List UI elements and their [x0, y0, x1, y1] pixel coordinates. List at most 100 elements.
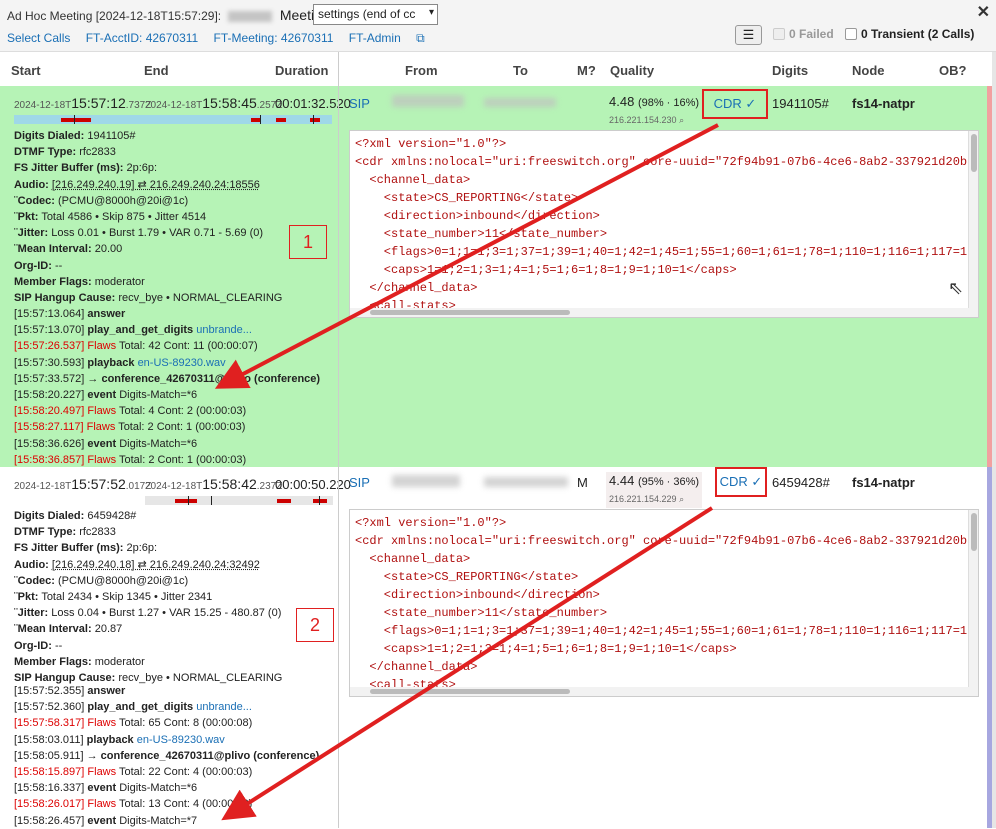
event-name: answer: [87, 685, 126, 697]
detail-line: FS Jitter Buffer (ms): 2p:6p:: [14, 160, 282, 176]
detail-key: DTMF Type:: [14, 526, 77, 539]
xml-line: <state>CS_REPORTING</state>: [355, 191, 579, 205]
xml-line: <flags>0=1;1=1;3=1;37=1;39=1;40=1;42=1;4…: [355, 245, 979, 259]
detail-line: DTMF Type: rfc2833: [14, 144, 282, 160]
col-end[interactable]: End: [144, 63, 169, 78]
event-line: [15:57:30.593] playback en-US-89230.wav: [14, 355, 320, 371]
call2-quality: 4.44 (95% · 36%) 216.221.154.229 ⌕: [606, 472, 703, 508]
call2-details: Digits Dialed: 6459428# DTMF Type: rfc283…: [14, 508, 282, 686]
xml-hscroll[interactable]: [350, 308, 978, 317]
call1-cdr-xml[interactable]: <?xml version="1.0"?> <cdr xmlns:nolocal=…: [349, 130, 979, 318]
event-link[interactable]: en-US-89230.wav: [137, 734, 225, 746]
detail-value: Loss 0.01 • Burst 1.79 • VAR 0.71 - 5.69…: [51, 227, 264, 240]
event-time: [15:57:30.593]: [14, 356, 85, 369]
page-scrollbar[interactable]: [992, 52, 996, 828]
column-divider: [338, 52, 339, 828]
detail-key: Member Flags:: [14, 655, 92, 668]
col-from[interactable]: From: [405, 63, 438, 78]
view-select[interactable]: settings (end of cc ▾: [313, 4, 438, 25]
xml-vscroll[interactable]: [968, 131, 978, 317]
close-icon[interactable]: ✕: [977, 2, 990, 22]
header-links: Select Calls FT-AcctID: 42670311 FT-Meet…: [7, 31, 449, 46]
xml-line: <channel_data>: [355, 173, 471, 187]
event-time: [15:58:36.626]: [14, 437, 85, 450]
event-link[interactable]: unbrande...: [196, 701, 252, 713]
event-line: [15:58:16.337] event Digits-Match=*6: [14, 780, 319, 796]
call1-duration: 00:01:32.520: [275, 96, 351, 111]
event-link[interactable]: en-US-89230.wav: [138, 357, 226, 369]
event-line: [15:58:26.457] event Digits-Match=*7: [14, 813, 319, 829]
acct-id-link[interactable]: FT-AcctID: 42670311: [86, 31, 199, 45]
detail-key: Member Flags:: [14, 275, 92, 288]
xml-line: <flags>0=1;1=1;3=1;37=1;39=1;40=1;42=1;4…: [355, 624, 979, 638]
detail-line: Member Flags: moderator: [14, 654, 282, 670]
event-link[interactable]: unbrande...: [196, 324, 252, 336]
call1-proto[interactable]: SIP: [349, 96, 370, 111]
event-name: event: [87, 782, 117, 795]
xml-line: <cdr xmlns:nolocal="uri:freeswitch.org" …: [355, 534, 979, 548]
event-name: playback: [86, 733, 134, 746]
detail-key: ¨Mean Interval:: [14, 623, 92, 636]
event-name: → conference_42670311@plivo (conference): [86, 749, 320, 762]
xml-vscroll[interactable]: [968, 510, 978, 696]
col-start[interactable]: Start: [11, 63, 41, 78]
detail-value: [216.249.240.18] ⇄ 216.249.240.24:32492: [51, 558, 260, 571]
detail-line: DTMF Type: rfc2833: [14, 524, 282, 540]
call2-proto[interactable]: SIP: [349, 475, 370, 490]
annotation-1: 1: [289, 225, 327, 259]
xml-line: <caps>1=1;2=1;3=1;4=1;5=1;6=1;8=1;9=1;10…: [355, 642, 737, 656]
meeting-link[interactable]: FT-Meeting: 42670311: [214, 31, 334, 45]
event-time: [15:57:26.537]: [14, 340, 85, 353]
call2-digits: 6459428#: [772, 475, 830, 490]
col-digits[interactable]: Digits: [772, 63, 808, 78]
call1-cdr-button[interactable]: CDR ✓: [702, 89, 768, 119]
xml-hscroll[interactable]: [350, 687, 978, 696]
event-time: [15:58:20.497]: [14, 405, 85, 418]
detail-line: ¨Codec: (PCMU@8000h@20i@1c): [14, 573, 282, 589]
event-time: [15:57:52.360]: [14, 701, 85, 714]
call2-m: M: [577, 475, 588, 490]
call1-from-redacted: [392, 95, 464, 107]
detail-key: Digits Dialed:: [14, 510, 85, 522]
xml-line: <direction>inbound</direction>: [355, 209, 600, 223]
failed-checkbox[interactable]: 0 Failed: [773, 27, 834, 41]
event-time: [15:57:13.070]: [14, 324, 85, 337]
event-line: [15:57:58.317] Flaws Total: 65 Cont: 8 (…: [14, 715, 319, 731]
call1-node: fs14-natpr: [852, 96, 915, 111]
xml-line: <state>CS_REPORTING</state>: [355, 570, 579, 584]
detail-key: FS Jitter Buffer (ms):: [14, 542, 124, 555]
call2-cdr-xml[interactable]: <?xml version="1.0"?> <cdr xmlns:nolocal=…: [349, 509, 979, 697]
event-detail: Total: 22 Cont: 4 (00:00:03): [119, 766, 253, 779]
detail-line: Org-ID: --: [14, 258, 282, 274]
xml-line: <channel_data>: [355, 552, 471, 566]
detail-key: ¨Mean Interval:: [14, 243, 92, 256]
col-quality[interactable]: Quality: [610, 63, 654, 78]
select-calls-link[interactable]: Select Calls: [7, 31, 70, 45]
admin-link[interactable]: FT-Admin ⧉: [349, 31, 437, 45]
col-m[interactable]: M?: [577, 63, 596, 78]
call-row-2[interactable]: 2024-12-18T15:57:52.017Z 2024-12-18T15:5…: [0, 467, 992, 828]
event-name: event: [87, 389, 117, 402]
event-time: [15:58:20.227]: [14, 389, 85, 402]
detail-line: Digits Dialed: 6459428#: [14, 508, 282, 524]
detail-line: ¨Jitter: Loss 0.04 • Burst 1.27 • VAR 15…: [14, 605, 282, 621]
col-ob[interactable]: OB?: [939, 63, 966, 78]
detail-line: Member Flags: moderator: [14, 274, 282, 290]
call-row-1[interactable]: 2024-12-18T15:57:12.737Z 2024-12-18T15:5…: [0, 86, 992, 467]
event-time: [15:58:27.117]: [14, 421, 84, 434]
col-to[interactable]: To: [513, 63, 528, 78]
window-title: Ad Hoc Meeting [2024-12-18T15:57:29]: Me…: [7, 7, 330, 23]
menu-button[interactable]: ☰: [735, 25, 762, 45]
event-line: [15:57:52.355] answer: [14, 683, 319, 699]
detail-value: [216.249.240.19] ⇄ 216.249.240.24:18556: [51, 178, 260, 191]
detail-value: rfc2833: [79, 526, 116, 539]
detail-value: 6459428#: [87, 510, 137, 522]
detail-value: moderator: [94, 655, 145, 668]
detail-line: FS Jitter Buffer (ms): 2p:6p:: [14, 540, 282, 556]
xml-line: <?xml version="1.0"?>: [355, 137, 507, 151]
col-node[interactable]: Node: [852, 63, 885, 78]
transient-checkbox[interactable]: 0 Transient (2 Calls): [845, 27, 974, 41]
event-name: Flaws: [86, 421, 116, 434]
call2-cdr-button[interactable]: CDR ✓: [715, 467, 767, 497]
col-duration[interactable]: Duration: [275, 63, 328, 78]
